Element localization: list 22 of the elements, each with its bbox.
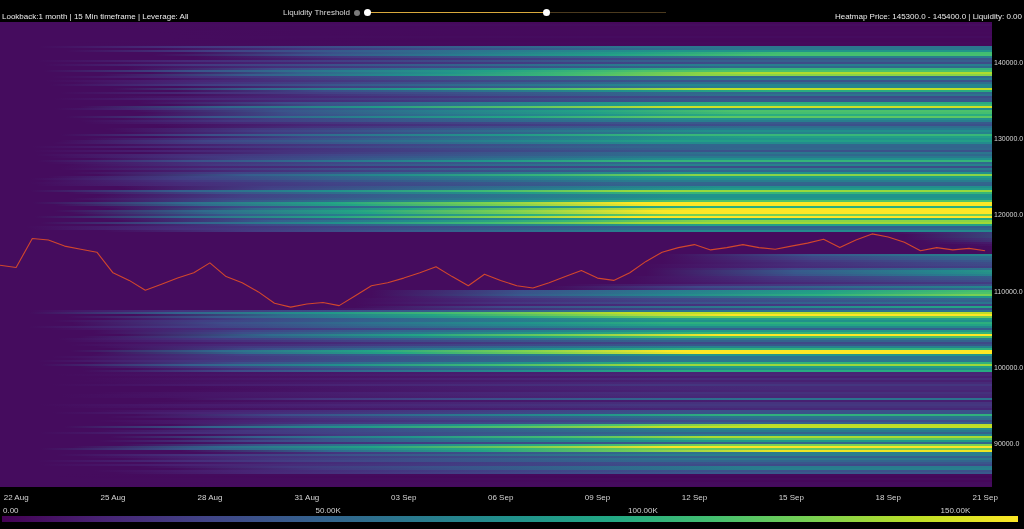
x-axis-label: 06 Sep — [487, 493, 514, 502]
x-axis-label: 28 Aug — [197, 493, 223, 502]
slider-thumb[interactable] — [542, 9, 550, 16]
x-axis-label: 21 Sep — [972, 493, 998, 502]
heatmap-readout-text: Heatmap Price: 145300.0 - 145400.0 | Liquidity: 0.00 — [834, 12, 1022, 21]
x-axis-label: 22 Aug — [3, 493, 29, 502]
x-axis-label: 12 Sep — [681, 493, 708, 502]
x-axis-label: 09 Sep — [584, 493, 611, 502]
slider-thumb[interactable] — [364, 9, 371, 16]
x-axis-label: 25 Aug — [100, 493, 126, 502]
chart-settings-text: Lookback:1 month | 15 Min timeframe | Leverage: All — [2, 12, 189, 21]
info-icon[interactable] — [354, 9, 360, 16]
color-scale-label: 100.00K — [628, 506, 658, 515]
x-axis-label: 15 Sep — [778, 493, 805, 502]
x-axis-label: 31 Aug — [294, 493, 320, 502]
threshold-slider-track[interactable] — [364, 9, 669, 16]
color-scale-label: 50.00K — [315, 506, 341, 515]
color-scale-label: 150.00K — [940, 506, 971, 515]
x-axis-label: 03 Sep — [391, 493, 417, 502]
color-scale-label: 0.00 — [3, 506, 19, 515]
x-axis-label: 18 Sep — [875, 493, 901, 502]
slider-label: Liquidity Threshold — [283, 8, 350, 17]
